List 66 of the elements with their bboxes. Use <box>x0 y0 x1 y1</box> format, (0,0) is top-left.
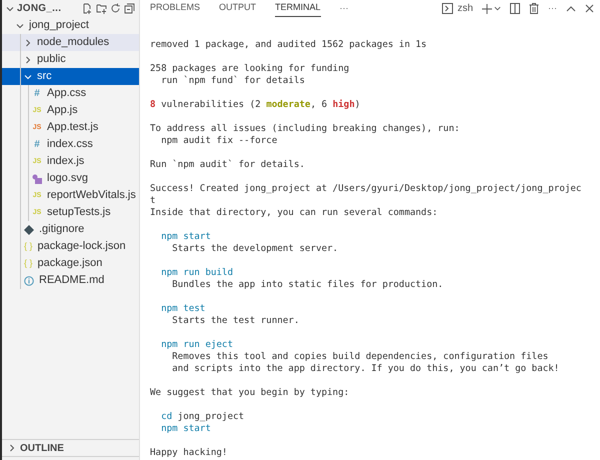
refresh-icon[interactable] <box>110 3 121 14</box>
outline-header[interactable]: OUTLINE <box>2 439 139 457</box>
panel-tab[interactable]: PROBLEMS <box>150 0 200 17</box>
panel-tab[interactable]: OUTPUT <box>219 0 256 17</box>
folder-item[interactable]: public <box>2 51 139 68</box>
terminal-icon[interactable] <box>442 3 454 14</box>
new-file-icon[interactable] <box>82 3 93 14</box>
terminal-line: We suggest that you begin by typing: <box>150 387 350 399</box>
terminal-line: npm run build <box>160 267 234 279</box>
terminal-line: Success! Created jong_project at /Users/gyuri/Desktop/jong_project/jong_projec <box>150 183 582 195</box>
terminal-line: cd jong_project <box>160 411 246 423</box>
terminal-line: and scripts into the app directory. If you do this, you can’t go back! <box>171 363 560 375</box>
hash-icon: # <box>32 88 42 98</box>
panel-tab[interactable]: TERMINAL <box>275 0 321 17</box>
terminal-line: t <box>150 195 157 207</box>
explorer-title: JONG_... <box>17 2 62 16</box>
terminal-line: npm audit fix --force <box>160 135 278 147</box>
chevron-up-icon[interactable] <box>566 4 576 12</box>
close-icon[interactable] <box>585 4 594 13</box>
split-icon[interactable] <box>510 3 520 14</box>
chevron-down-icon[interactable] <box>494 5 501 12</box>
plus-icon[interactable] <box>482 4 492 14</box>
file-item[interactable]: # index.css <box>2 136 139 153</box>
file-item[interactable]: { } package.json <box>2 255 139 272</box>
braces-icon: { } <box>24 242 33 251</box>
diamond-icon <box>24 224 34 234</box>
file-item[interactable]: { } package-lock.json <box>2 238 139 255</box>
shapes-icon <box>32 174 42 184</box>
shell-name[interactable]: zsh <box>457 1 473 16</box>
terminal-line: npm test <box>160 303 206 315</box>
folder-item[interactable]: jong_project <box>2 17 139 34</box>
terminal-line: Bundles the app into static files for production. <box>171 279 444 291</box>
chevron-right-icon <box>24 56 32 64</box>
more-actions-button[interactable]: ··· <box>548 2 557 16</box>
hash-icon: # <box>32 140 42 150</box>
braces-icon: { } <box>24 259 33 268</box>
new-folder-icon[interactable] <box>96 3 107 14</box>
terminal-line: Starts the test runner. <box>171 315 300 327</box>
terminal-line: To address all issues (including breaking changes), run: <box>150 123 461 135</box>
terminal-line: Starts the development server. <box>171 243 340 255</box>
terminal-line: removed 1 package, and audited 1562 packages in 1s <box>150 39 428 51</box>
chevron-right-icon <box>24 38 32 46</box>
file-item[interactable]: README.md <box>2 272 139 289</box>
chevron-down-icon <box>16 22 24 30</box>
chevron-down-icon <box>6 4 14 12</box>
trash-icon[interactable] <box>529 3 539 14</box>
terminal-line: npm run eject <box>160 339 234 351</box>
info-icon <box>24 276 34 286</box>
more-tabs-button[interactable]: ··· <box>340 2 349 16</box>
file-item[interactable]: logo.svg <box>2 170 139 187</box>
folder-item[interactable]: node_modules <box>2 34 139 51</box>
terminal-line: run `npm fund` for details <box>160 75 306 87</box>
chevron-right-icon <box>8 444 16 452</box>
folder-item[interactable]: src <box>2 68 139 85</box>
file-item[interactable]: # App.css <box>2 85 139 102</box>
terminal-line: npm start <box>160 423 212 435</box>
chevron-down-icon <box>24 72 32 80</box>
terminal-line: Removes this tool and copies build dependencies, configuration files <box>171 351 550 363</box>
terminal-line: Run `npm audit` for details. <box>150 159 306 171</box>
terminal-line: Inside that directory, you can run several commands: <box>150 207 439 219</box>
collapse-icon[interactable] <box>124 3 135 14</box>
file-item[interactable]: .gitignore <box>2 221 139 238</box>
terminal-line: Happy hacking! <box>150 447 228 459</box>
terminal-line: npm start <box>160 231 212 243</box>
terminal-line: 258 packages are looking for funding <box>150 63 350 75</box>
terminal-line: 8 vulnerabilities (2 moderate, 6 high) <box>150 99 362 111</box>
